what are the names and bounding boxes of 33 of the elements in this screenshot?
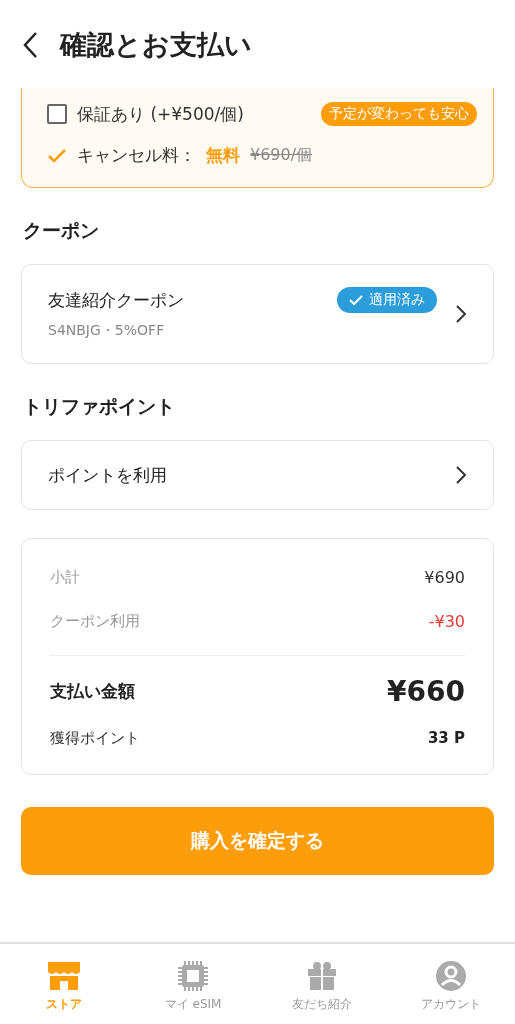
- use-points-row[interactable]: ポイントを利用: [21, 440, 494, 510]
- earned-points-value: 33 P: [427, 729, 465, 747]
- reassurance-badge: 予定が変わっても安心: [321, 102, 477, 126]
- cancel-fee-label: キャンセル料：: [77, 144, 196, 167]
- original-price: ¥690/個: [250, 145, 313, 166]
- chevron-right-icon: [455, 465, 467, 485]
- use-points-label: ポイントを利用: [48, 463, 167, 487]
- total-label: 支払い金額: [50, 679, 135, 703]
- warranty-label: 保証あり (+¥500/個): [77, 102, 244, 126]
- nav-tab[interactable]: 友だち紹介: [257, 944, 387, 1024]
- nav-tab[interactable]: マイ eSIM: [128, 944, 258, 1024]
- cancel-fee-value: 無料: [206, 144, 240, 167]
- total-amount: ¥660: [387, 674, 465, 708]
- check-icon: [47, 147, 67, 164]
- applied-badge: 適用済み: [337, 287, 437, 313]
- nav-tab[interactable]: アカウント: [386, 944, 515, 1024]
- coupon-detail: S4NBJG・5%OFF: [48, 321, 166, 340]
- section-heading: クーポン: [23, 218, 100, 243]
- chevron-right-icon: [455, 304, 467, 324]
- page-title: 確認とお支払い: [60, 28, 252, 62]
- warranty-checkbox[interactable]: [47, 104, 67, 124]
- section-heading: トリファポイント: [23, 394, 176, 419]
- summary-label: クーポン利用: [50, 611, 140, 631]
- nav-tab[interactable]: ストア: [0, 944, 129, 1024]
- back-button[interactable]: [22, 31, 38, 59]
- earned-points-label: 獲得ポイント: [50, 728, 140, 748]
- summary-label: 小計: [50, 567, 80, 587]
- store-icon: [46, 960, 83, 992]
- summary-value: -¥30: [428, 611, 465, 631]
- summary-value: ¥690: [424, 567, 465, 587]
- coupon-name: 友達紹介クーポン: [48, 288, 184, 312]
- coupon-card[interactable]: 友達紹介クーポン S4NBJG・5%OFF 適用済み: [21, 264, 494, 364]
- confirm-purchase-button[interactable]: 購入を確定する: [21, 807, 494, 875]
